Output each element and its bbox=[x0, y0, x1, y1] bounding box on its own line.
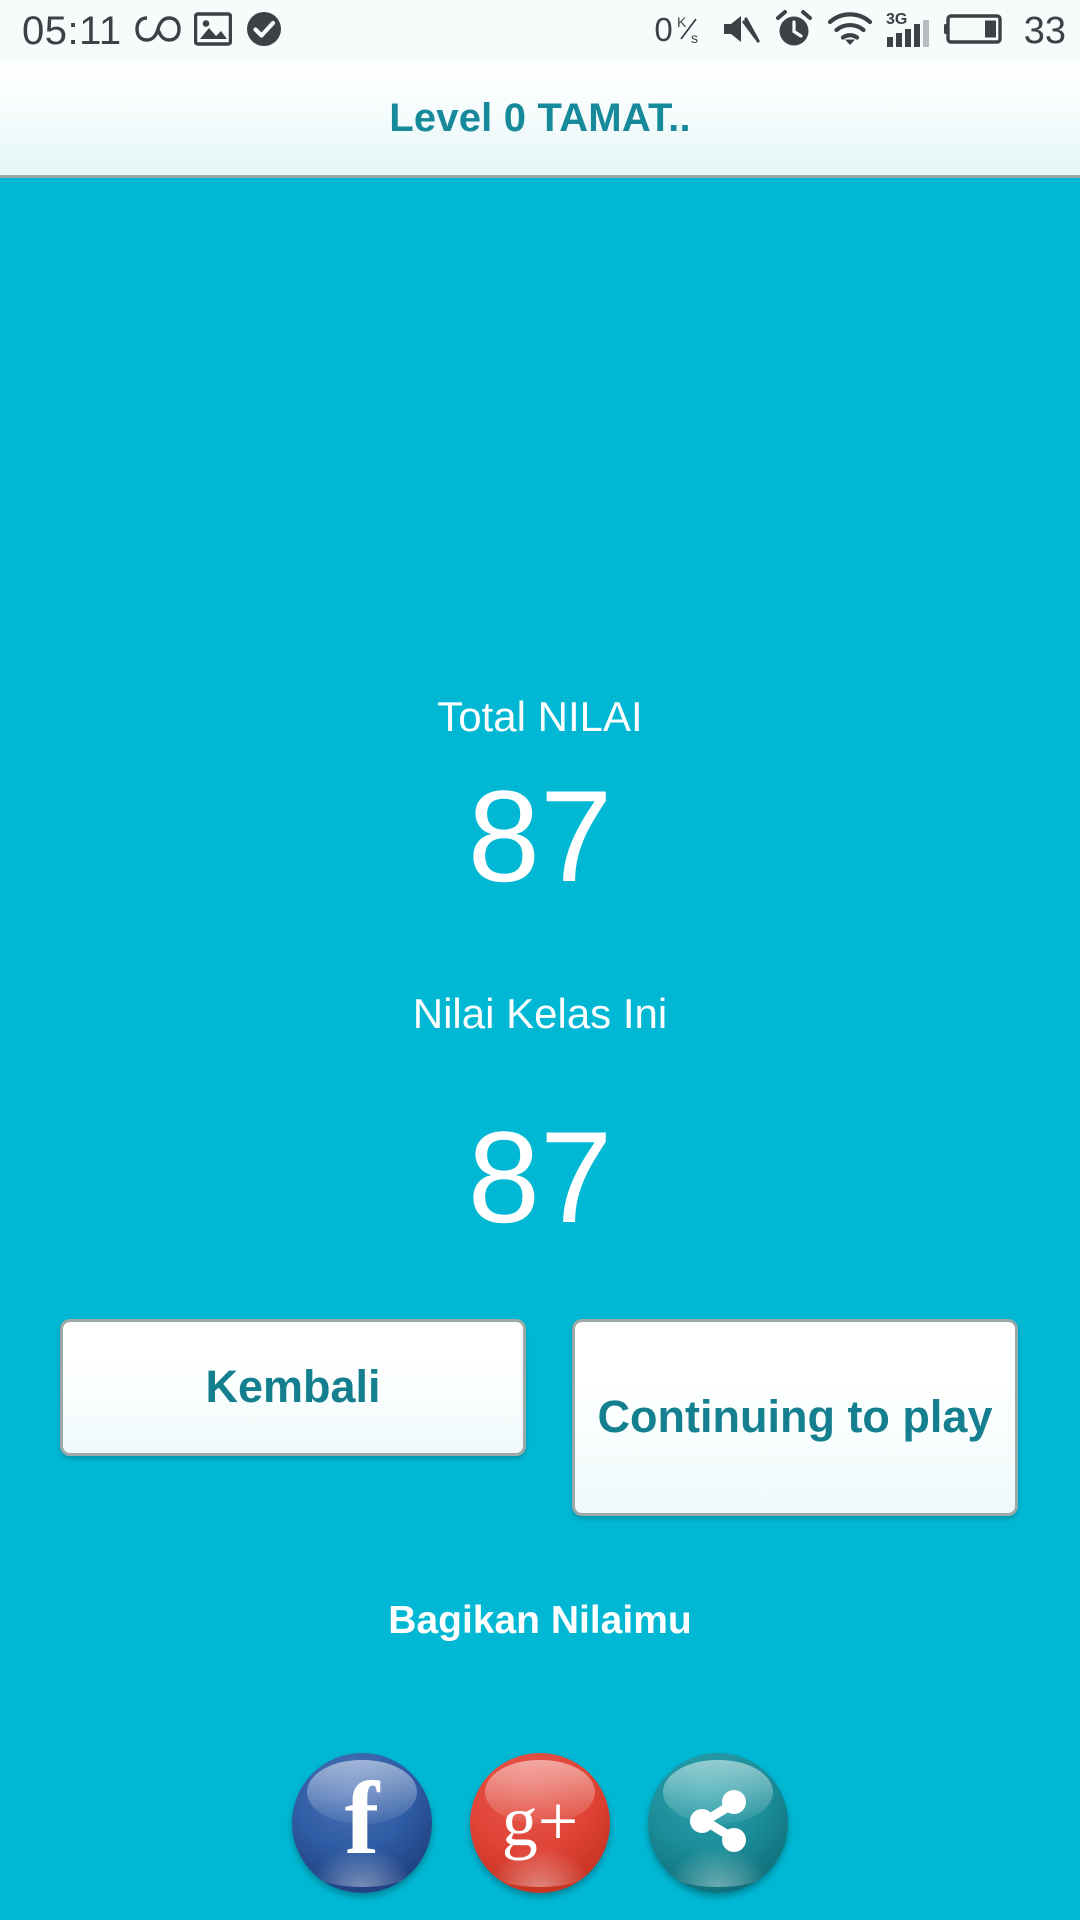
network-speed-indicator: 0 K s bbox=[654, 13, 705, 50]
alarm-clock-icon bbox=[774, 9, 814, 54]
class-score-label: Nilai Kelas Ini bbox=[412, 990, 668, 1037]
battery-percent-label: 33 bbox=[1023, 10, 1066, 52]
status-clock: 05:11 bbox=[22, 9, 122, 53]
check-circle-icon bbox=[245, 10, 283, 53]
svg-text:K: K bbox=[677, 14, 687, 30]
facebook-share-button[interactable]: f bbox=[292, 1753, 432, 1893]
facebook-icon: f bbox=[344, 1761, 380, 1876]
share-nodes-icon bbox=[677, 1780, 759, 1867]
wifi-icon bbox=[827, 11, 872, 51]
share-score-label: Bagikan Nilaimu bbox=[388, 1599, 692, 1642]
app-screen: 05:11 0 K s 3G 33 Level 0 TAMAT.. Total … bbox=[0, 0, 1080, 1920]
network-speed-value: 0 bbox=[654, 10, 673, 48]
total-score-label: Total NILAI bbox=[437, 693, 643, 740]
share-buttons-row: f g+ bbox=[0, 1753, 1080, 1893]
svg-text:3G: 3G bbox=[886, 11, 907, 28]
title-bar: Level 0 TAMAT.. bbox=[0, 62, 1080, 178]
generic-share-button[interactable] bbox=[648, 1753, 788, 1893]
back-button[interactable]: Kembali bbox=[60, 1319, 526, 1456]
infinity-icon bbox=[134, 14, 181, 49]
page-title: Level 0 TAMAT.. bbox=[389, 96, 691, 140]
status-bar-right: 0 K s 3G 33 bbox=[654, 9, 1066, 54]
status-bar-left: 05:11 bbox=[22, 10, 283, 53]
class-score-value: 87 bbox=[467, 1104, 613, 1250]
main-content: Total NILAI 87 Nilai Kelas Ini 87 Kembal… bbox=[0, 181, 1080, 1920]
status-bar: 05:11 0 K s 3G 33 bbox=[0, 0, 1080, 62]
svg-text:s: s bbox=[691, 30, 698, 46]
total-score-value: 87 bbox=[467, 763, 613, 909]
googleplus-icon: g+ bbox=[501, 1781, 579, 1861]
photo-icon bbox=[193, 11, 232, 52]
continue-playing-button[interactable]: Continuing to play bbox=[572, 1319, 1018, 1516]
volume-mute-icon bbox=[720, 11, 760, 52]
battery-icon bbox=[943, 12, 1006, 51]
signal-3g-icon: 3G bbox=[886, 9, 930, 54]
googleplus-share-button[interactable]: g+ bbox=[470, 1753, 610, 1893]
network-speed-unit: K s bbox=[676, 14, 706, 51]
